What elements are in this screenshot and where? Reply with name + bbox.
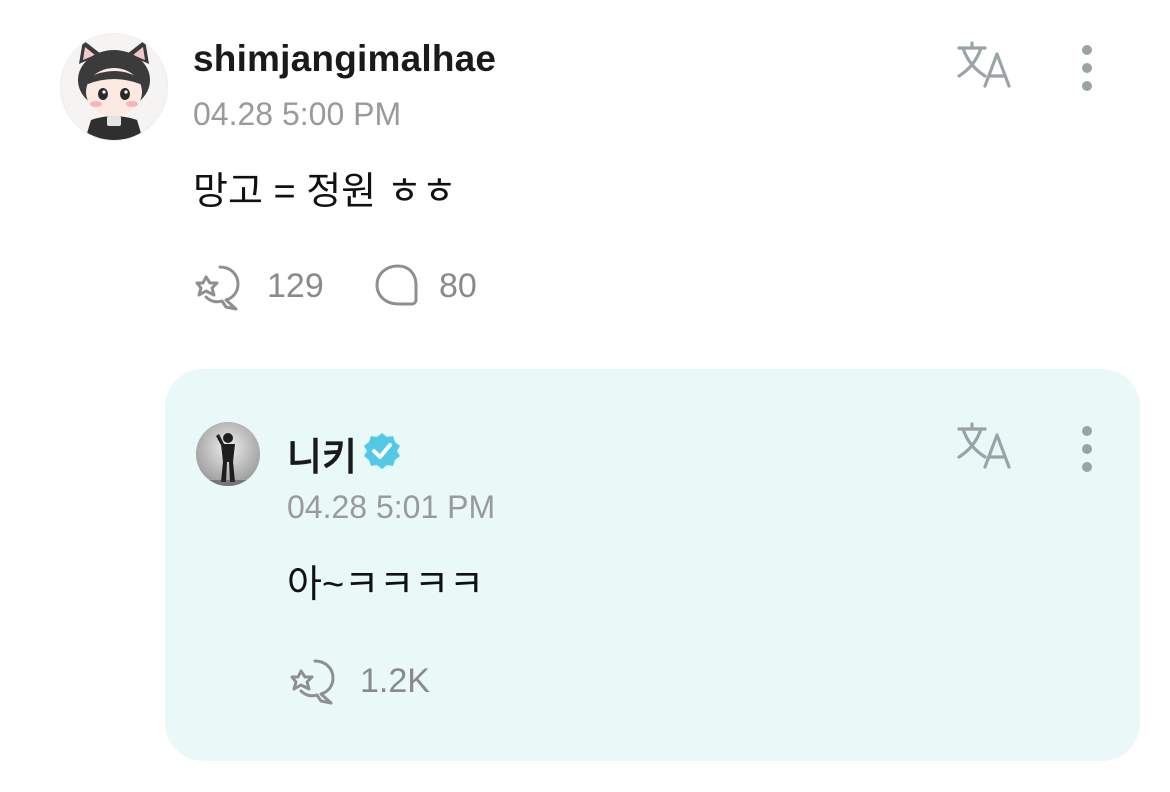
avatar-illustration	[61, 34, 167, 140]
reply-translate-icon[interactable]	[955, 421, 1019, 473]
comment-button[interactable]	[372, 261, 424, 313]
avatar-photo	[196, 422, 260, 486]
post-timestamp: 04.28 5:00 PM	[193, 96, 402, 132]
reply-more-vertical-icon[interactable]	[1077, 425, 1097, 477]
avatar[interactable]	[60, 33, 168, 141]
heart-bubble-icon	[290, 659, 335, 705]
verified-badge-icon	[362, 431, 402, 471]
reply-avatar[interactable]	[196, 422, 260, 486]
reply-timestamp: 04.28 5:01 PM	[287, 489, 496, 525]
like-button[interactable]	[192, 261, 244, 313]
translate-icon[interactable]	[955, 40, 1019, 92]
reply-text: 아~ㅋㅋㅋㅋ	[287, 564, 484, 606]
more-vertical-icon[interactable]	[1077, 44, 1097, 96]
like-count: 129	[267, 267, 324, 305]
reply-username[interactable]: 니키	[287, 426, 357, 481]
reply-like-count: 1.2K	[360, 662, 430, 700]
reply-like-button[interactable]	[287, 655, 339, 707]
post-text: 망고 = 정원 ㅎㅎ	[193, 171, 457, 213]
comment-bubble-icon	[375, 264, 418, 306]
comment-count: 80	[439, 267, 477, 305]
heart-bubble-icon	[195, 265, 240, 311]
post-username[interactable]: shimjangimalhae	[193, 38, 496, 80]
